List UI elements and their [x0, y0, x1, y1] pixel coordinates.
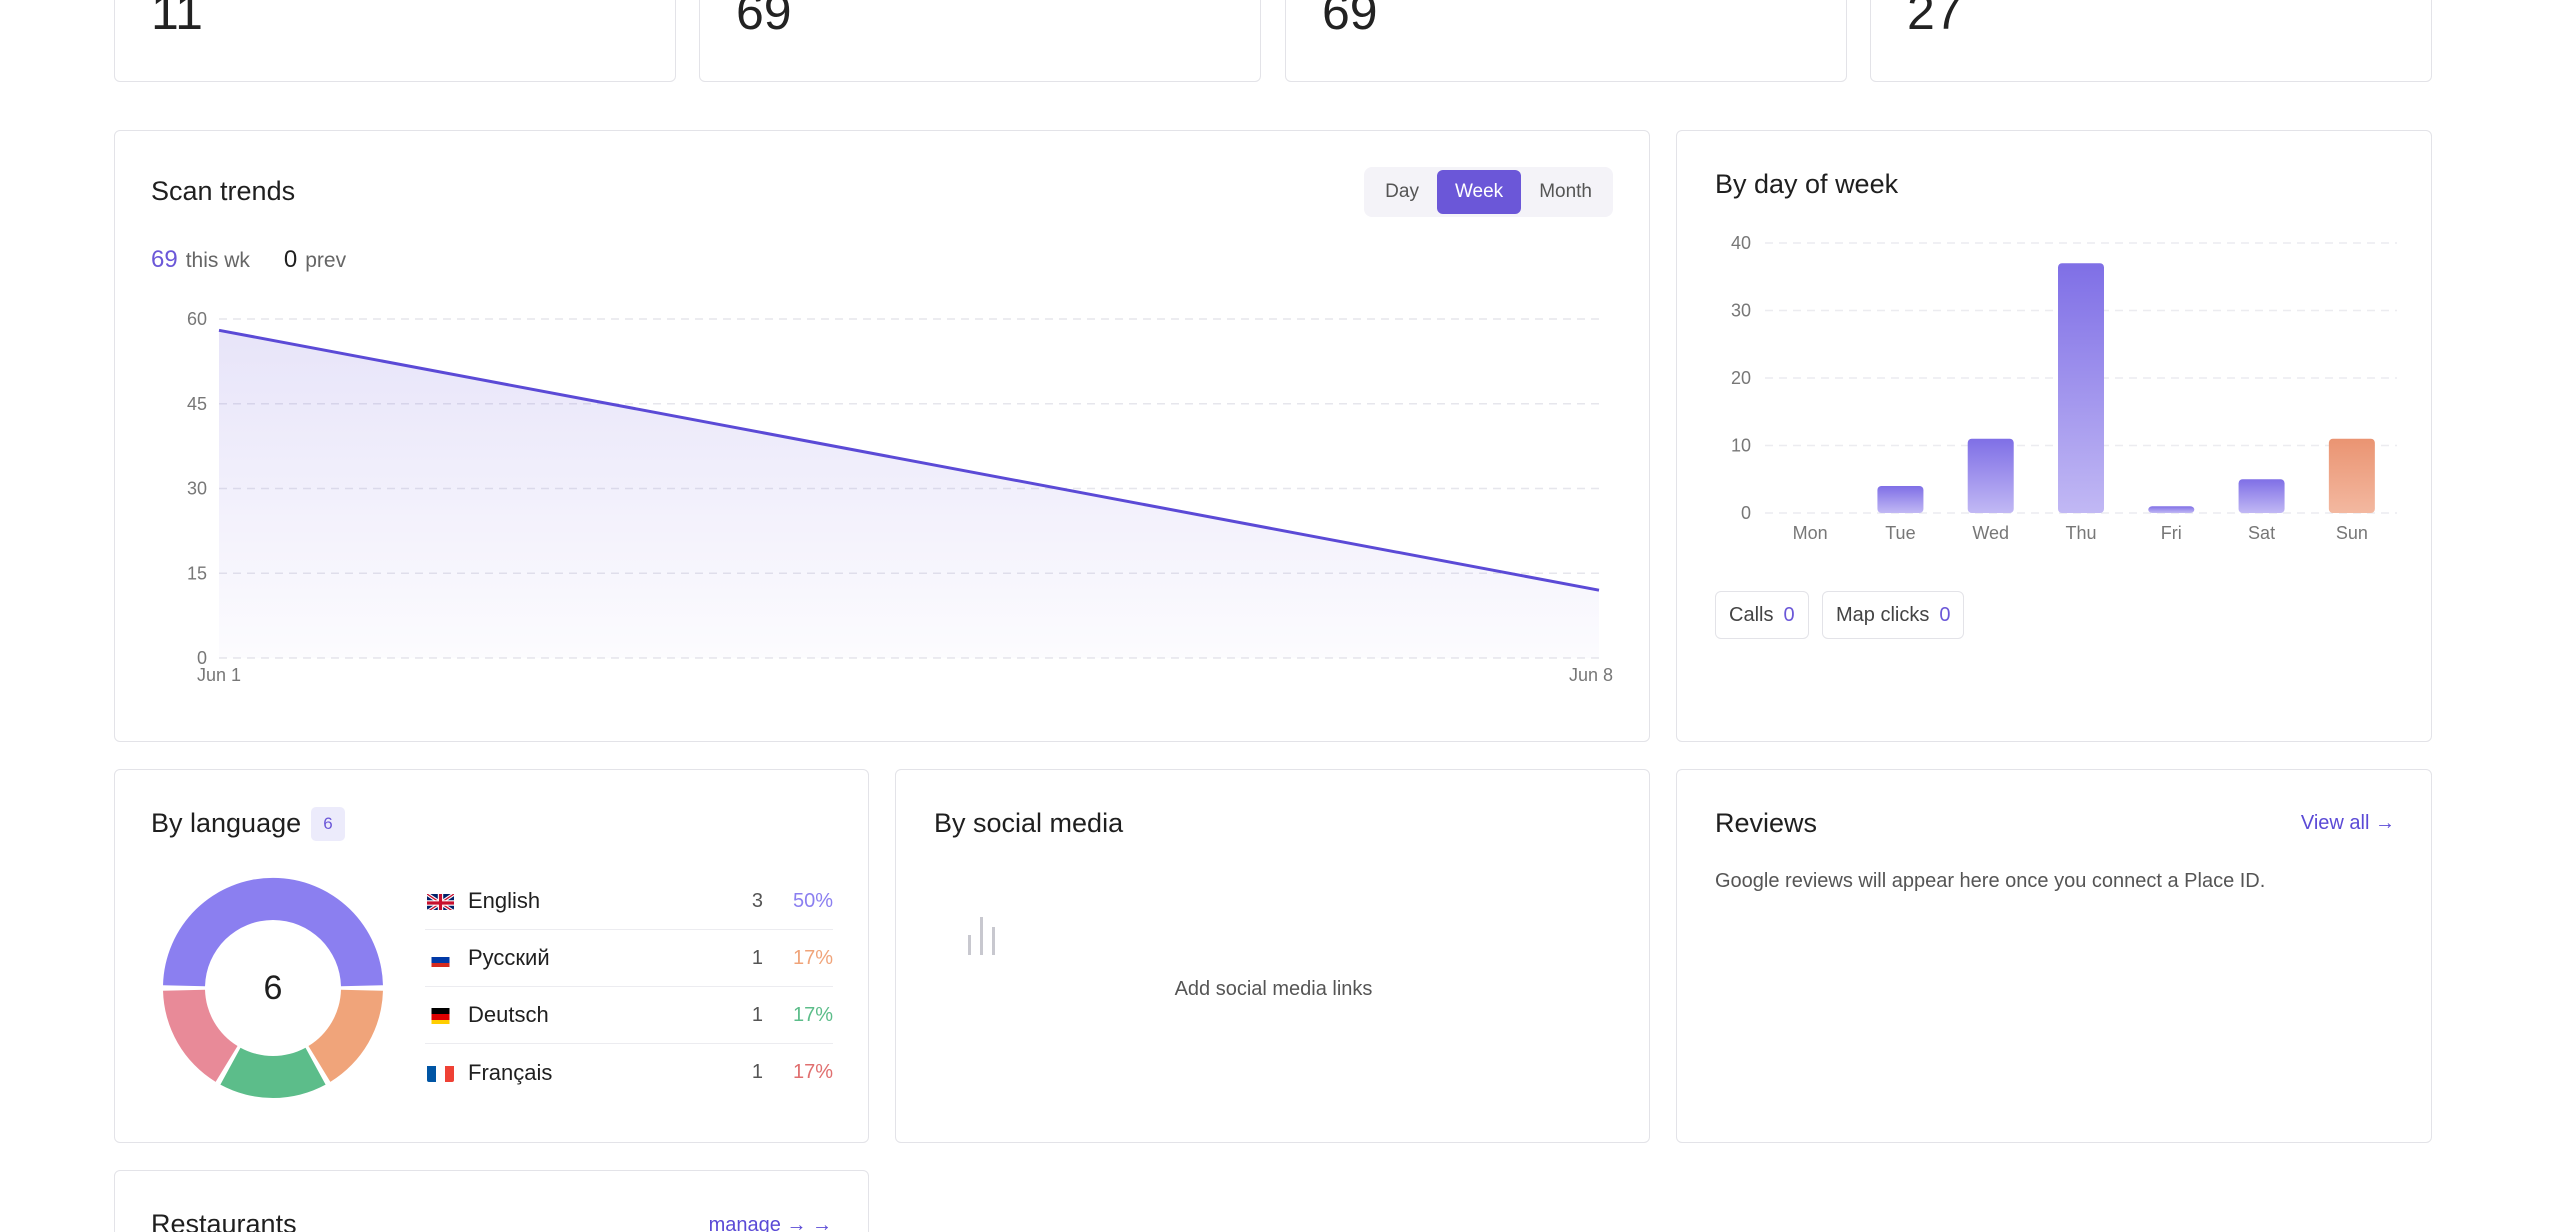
trend-area	[219, 330, 1599, 658]
map-clicks-label: Map clicks	[1836, 603, 1930, 626]
bar-wed	[1967, 438, 2014, 513]
language-percent: 17%	[792, 946, 833, 969]
stat-value: 27	[1907, 0, 1963, 40]
language-percent: 50%	[792, 889, 833, 912]
language-title: By language	[151, 808, 302, 838]
reviews-message: Google reviews will appear here once you…	[1715, 870, 2266, 892]
social-media-title: By social media	[934, 808, 1124, 838]
germany-flag-icon	[427, 1006, 454, 1024]
stat-card-4: 27	[1870, 0, 2432, 82]
y-tick-label: 10	[1731, 436, 1751, 456]
language-percent: 17%	[792, 1003, 833, 1026]
y-tick-label: 45	[187, 394, 207, 414]
language-name: Русский	[468, 945, 550, 970]
y-tick-label: 40	[1731, 233, 1751, 253]
calls-value: 0	[1783, 603, 1795, 626]
stat-card-2: 69	[699, 0, 1261, 82]
language-count: 1	[751, 1061, 763, 1083]
stat-card-3: 69	[1285, 0, 1847, 82]
language-row: Français 1 17%	[425, 1044, 833, 1101]
y-tick-label: 20	[1731, 368, 1751, 388]
calls-chip: Calls 0	[1715, 591, 1809, 639]
language-percent: 17%	[792, 1061, 833, 1083]
calls-label: Calls	[1729, 603, 1774, 626]
map-clicks-value: 0	[1939, 603, 1951, 626]
bar-fri	[2148, 506, 2195, 513]
x-tick-label: Tue	[1885, 523, 1915, 543]
x-tick-label: Sun	[2336, 523, 2368, 543]
day-of-week-chart: 0 10 20 30 40 Mon Tue Wed Thu Fri Sat Sun	[1731, 233, 2397, 543]
language-row: English 3 50%	[425, 873, 833, 930]
stat-card-1: 11	[114, 0, 676, 82]
language-count-badge: 6	[311, 807, 345, 841]
y-tick-label: 60	[187, 309, 207, 329]
language-count: 3	[751, 889, 763, 912]
language-row: Deutsch 1 17%	[425, 987, 833, 1044]
view-all-reviews-link[interactable]: View all →	[2301, 812, 2395, 835]
donut-center-value: 6	[263, 968, 283, 1007]
x-tick-label: Wed	[1972, 523, 2009, 543]
bar-sun	[2328, 438, 2375, 513]
bar-sat	[2238, 479, 2285, 513]
x-tick-label: Mon	[1793, 523, 1828, 543]
social-empty-text: Add social media links	[1174, 978, 1373, 1000]
bar-tue	[1877, 486, 1924, 513]
map-clicks-chip: Map clicks 0	[1822, 591, 1965, 639]
language-count: 1	[751, 1003, 763, 1026]
scan-trends-card: Scan trends Day Week Month 69 this wk 0 …	[114, 130, 1650, 742]
manage-restaurants-link[interactable]: manage → →	[709, 1214, 832, 1232]
language-name: Deutsch	[468, 1002, 549, 1027]
language-count: 1	[751, 946, 763, 969]
reviews-title: Reviews	[1715, 808, 1818, 838]
x-tick-label: Jun 8	[1569, 665, 1613, 685]
stat-value: 11	[151, 0, 203, 40]
france-flag-icon	[427, 1064, 454, 1082]
bar-thu	[2058, 263, 2104, 513]
language-name: English	[468, 888, 541, 913]
x-tick-label: Fri	[2161, 523, 2182, 543]
scan-trend-chart: 015304560Jun 1 Jun 8	[187, 309, 1613, 685]
reviews-card: Reviews View all → Google reviews will a…	[1676, 769, 2432, 1143]
y-tick-label: 0	[1741, 503, 1751, 523]
stat-value: 69	[1322, 0, 1378, 40]
x-tick-label: Thu	[2065, 523, 2096, 543]
language-row: Русский 1 17%	[425, 930, 833, 987]
social-media-card: By social media Add social media links	[895, 769, 1650, 1143]
y-tick-label: 30	[187, 479, 207, 499]
language-name: Français	[468, 1059, 553, 1085]
bar-chart-icon	[968, 917, 995, 955]
y-tick-label: 15	[187, 563, 207, 583]
stat-value: 69	[736, 0, 792, 40]
day-of-week-card: By day of week 0 10 20 30 40 Mon Tue Wed Thu Fri S…	[1676, 130, 2432, 742]
restaurants-card: Restaurants manage → →	[114, 1170, 869, 1232]
x-tick-label: Jun 1	[197, 665, 241, 685]
restaurants-title: Restaurants	[151, 1209, 297, 1232]
language-card: By language 6 6 English 3 50% Русский 1 …	[114, 769, 869, 1143]
y-tick-label: 30	[1731, 301, 1751, 321]
x-tick-label: Sat	[2248, 523, 2275, 543]
russia-flag-icon	[427, 949, 454, 967]
uk-flag-icon	[427, 892, 454, 910]
